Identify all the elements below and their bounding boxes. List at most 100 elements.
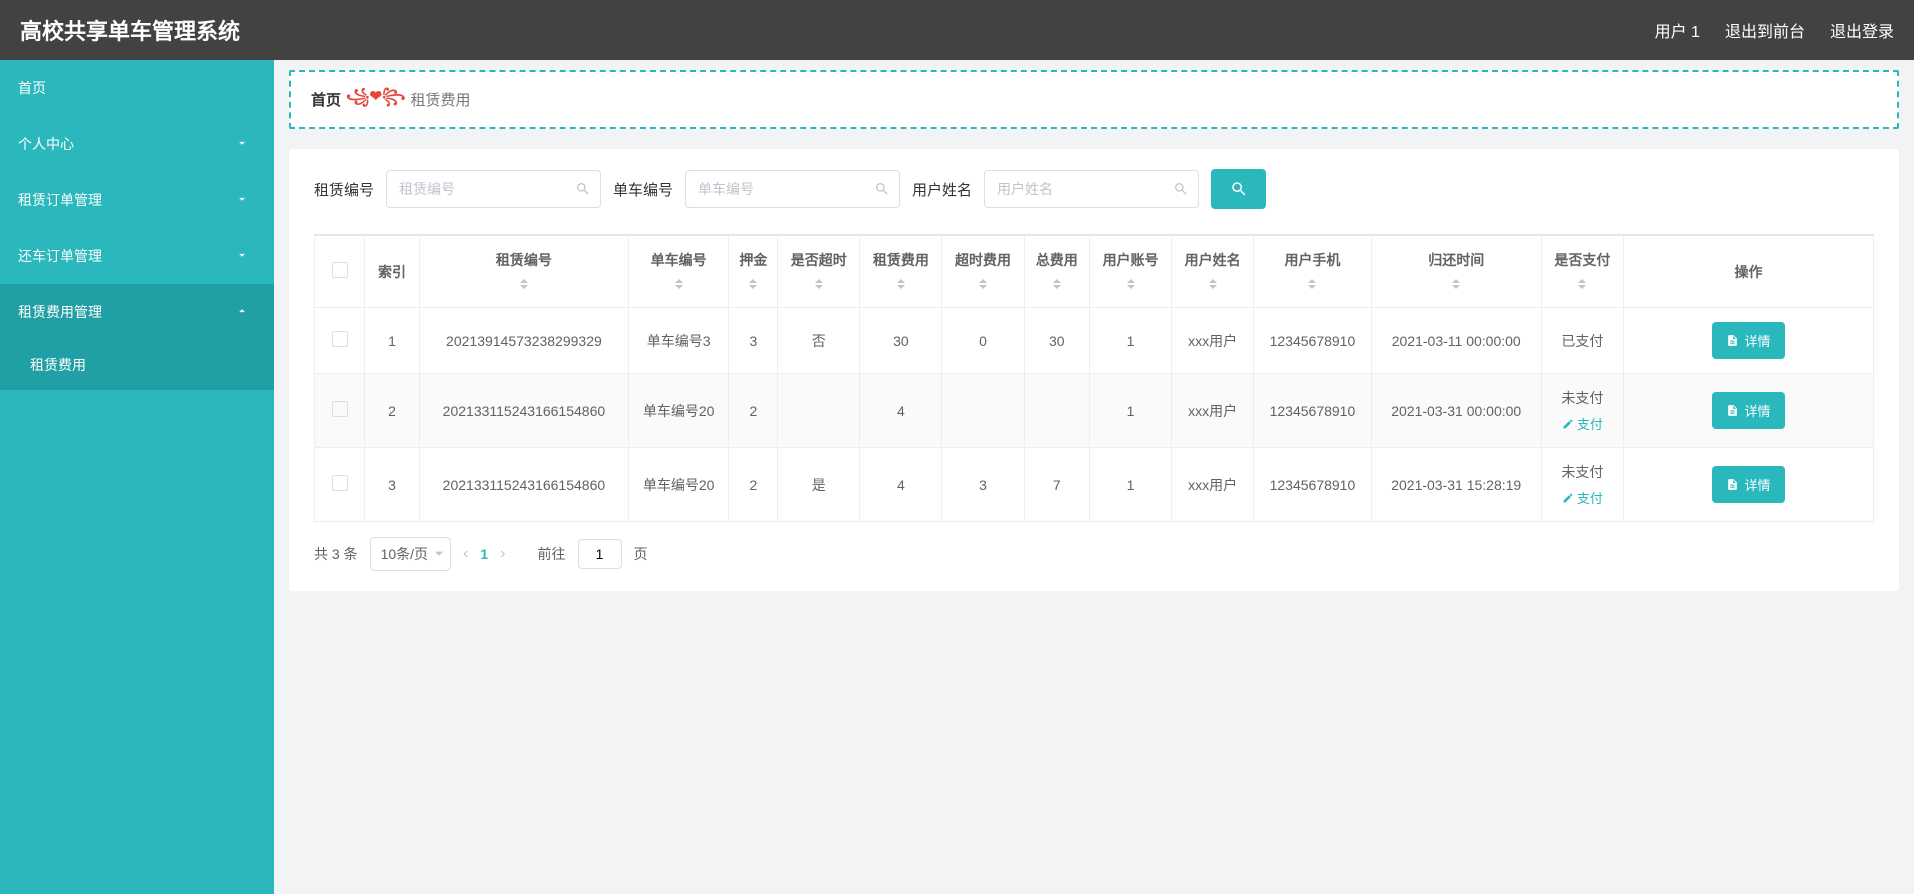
cell-deposit: 3 (729, 308, 778, 374)
sidebar-item[interactable]: 首页 (0, 60, 274, 116)
cell-uname: xxx用户 (1172, 374, 1254, 448)
sidebar-item-label: 还车订单管理 (18, 246, 102, 266)
bike-no-input[interactable] (685, 170, 900, 208)
filter-input-wrap (386, 170, 601, 208)
sidebar-item-label: 租赁订单管理 (18, 190, 102, 210)
checkbox[interactable] (332, 475, 348, 491)
chevron-up-icon (235, 304, 249, 321)
sidebar-item[interactable]: 还车订单管理 (0, 228, 274, 284)
col-header[interactable]: 用户手机 (1254, 235, 1371, 308)
breadcrumb-home[interactable]: 首页 (311, 89, 341, 110)
pagination-total: 共 3 条 (314, 544, 358, 564)
sort-icon[interactable] (815, 275, 823, 293)
sort-icon[interactable] (979, 275, 987, 293)
cell-otfee: 3 (942, 448, 1024, 522)
col-header[interactable]: 归还时间 (1371, 235, 1541, 308)
chevron-down-icon (235, 192, 249, 209)
search-button[interactable] (1211, 169, 1266, 209)
search-icon (1230, 180, 1248, 198)
search-icon (1173, 181, 1189, 197)
sidebar-subitem[interactable]: 租赁费用 (0, 340, 274, 390)
filter-label: 用户姓名 (912, 179, 972, 200)
sort-icon[interactable] (1308, 275, 1316, 293)
sort-icon[interactable] (1209, 275, 1217, 293)
filter-input-wrap (685, 170, 900, 208)
cell-uname: xxx用户 (1172, 448, 1254, 522)
col-header: 索引 (365, 235, 420, 308)
sidebar: 首页个人中心租赁订单管理还车订单管理租赁费用管理租赁费用 (0, 60, 274, 894)
rent-no-input[interactable] (386, 170, 601, 208)
page-number[interactable]: 1 (480, 546, 488, 562)
sidebar-item[interactable]: 个人中心 (0, 116, 274, 172)
col-header[interactable]: 超时费用 (942, 235, 1024, 308)
cell-rentfee: 4 (860, 448, 942, 522)
cell-acct: 1 (1090, 374, 1172, 448)
col-header[interactable]: 单车编号 (628, 235, 729, 308)
table-row: 2202133115243166154860单车编号20241xxx用户1234… (315, 374, 1874, 448)
sidebar-item[interactable]: 租赁订单管理 (0, 172, 274, 228)
cell-checkbox (315, 308, 365, 374)
page-size-select[interactable]: 10条/页 (370, 537, 451, 571)
checkbox[interactable] (332, 331, 348, 347)
table-row: 120213914573238299329单车编号33否300301xxx用户1… (315, 308, 1874, 374)
pay-link[interactable]: 支付 (1562, 414, 1603, 433)
col-header[interactable]: 用户账号 (1090, 235, 1172, 308)
col-header[interactable]: 租赁费用 (860, 235, 942, 308)
col-header: 操作 (1624, 235, 1874, 308)
cell-phone: 12345678910 (1254, 374, 1371, 448)
user-name-input[interactable] (984, 170, 1199, 208)
search-icon (874, 181, 890, 197)
detail-button[interactable]: 详情 (1712, 392, 1784, 429)
cell-bike: 单车编号3 (628, 308, 729, 374)
cell-idx: 3 (365, 448, 420, 522)
table-row: 3202133115243166154860单车编号202是4371xxx用户1… (315, 448, 1874, 522)
cell-rent: 20213914573238299329 (420, 308, 629, 374)
cell-uname: xxx用户 (1172, 308, 1254, 374)
next-page[interactable]: › (500, 545, 505, 563)
sort-icon[interactable] (675, 275, 683, 293)
cell-ret: 2021-03-11 00:00:00 (1371, 308, 1541, 374)
col-header[interactable]: 用户姓名 (1172, 235, 1254, 308)
cell-idx: 1 (365, 308, 420, 374)
table-header-row: 索引租赁编号单车编号押金是否超时租赁费用超时费用总费用用户账号用户姓名用户手机归… (315, 235, 1874, 308)
col-header[interactable]: 总费用 (1024, 235, 1089, 308)
pay-status: 已支付 (1561, 331, 1603, 351)
goto-input[interactable] (578, 539, 622, 569)
cell-rentfee: 30 (860, 308, 942, 374)
cell-overtime: 否 (778, 308, 860, 374)
header-front[interactable]: 退出到前台 (1725, 18, 1805, 42)
sort-icon[interactable] (1053, 275, 1061, 293)
sort-icon[interactable] (1127, 275, 1135, 293)
data-table: 索引租赁编号单车编号押金是否超时租赁费用超时费用总费用用户账号用户姓名用户手机归… (314, 234, 1874, 522)
sort-icon[interactable] (749, 275, 757, 293)
cell-ret: 2021-03-31 15:28:19 (1371, 448, 1541, 522)
cell-deposit: 2 (729, 448, 778, 522)
sort-icon[interactable] (1452, 275, 1460, 293)
sidebar-item[interactable]: 租赁费用管理 (0, 284, 274, 340)
detail-button[interactable]: 详情 (1712, 322, 1784, 359)
chevron-down-icon (235, 248, 249, 265)
cell-checkbox (315, 374, 365, 448)
cell-otfee (942, 374, 1024, 448)
prev-page[interactable]: ‹ (463, 545, 468, 563)
col-header[interactable]: 是否超时 (778, 235, 860, 308)
col-header[interactable]: 押金 (729, 235, 778, 308)
checkbox[interactable] (332, 401, 348, 417)
sort-icon[interactable] (520, 275, 528, 293)
col-header[interactable]: 租赁编号 (420, 235, 629, 308)
header-user[interactable]: 用户 1 (1655, 18, 1700, 42)
col-header[interactable]: 是否支付 (1541, 235, 1623, 308)
checkbox[interactable] (332, 262, 348, 278)
header-right: 用户 1 退出到前台 退出登录 (1655, 18, 1894, 42)
detail-button[interactable]: 详情 (1712, 466, 1784, 503)
header-logout[interactable]: 退出登录 (1830, 18, 1894, 42)
filter-input-wrap (984, 170, 1199, 208)
cell-acct: 1 (1090, 308, 1172, 374)
cell-overtime: 是 (778, 448, 860, 522)
pay-link[interactable]: 支付 (1562, 488, 1603, 507)
sort-icon[interactable] (1578, 275, 1586, 293)
sort-icon[interactable] (897, 275, 905, 293)
cell-paid: 未支付支付 (1541, 374, 1623, 448)
breadcrumb: 首页 ꧁❤꧂ 租赁费用 (289, 70, 1899, 129)
cell-deposit: 2 (729, 374, 778, 448)
